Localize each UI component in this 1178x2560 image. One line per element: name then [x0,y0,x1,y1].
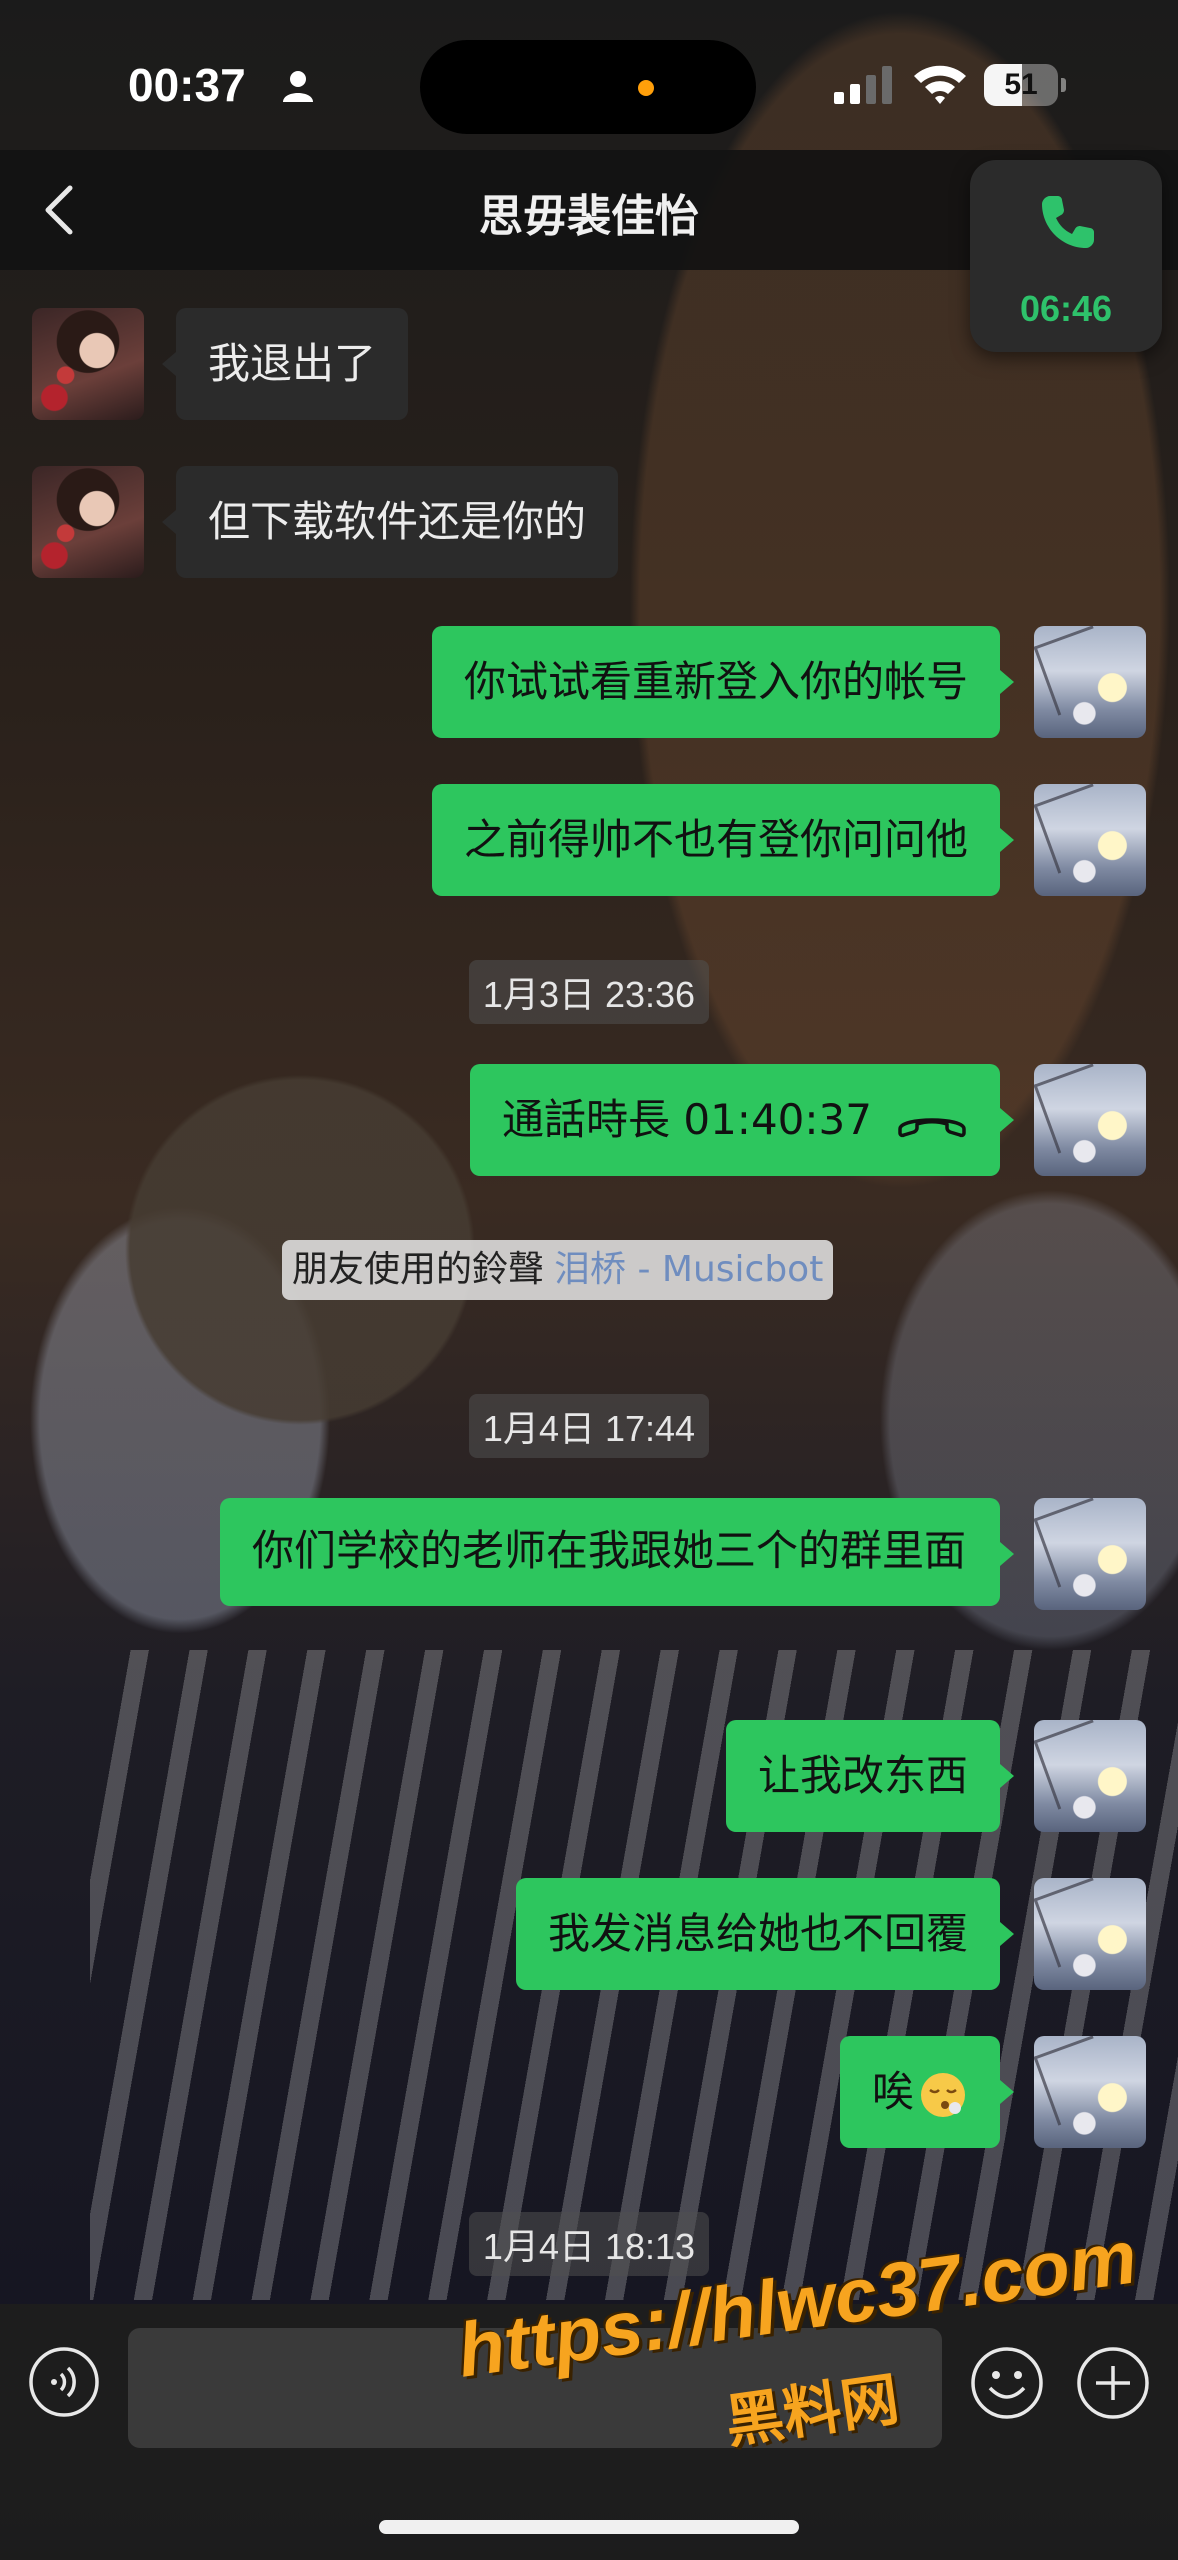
floating-call-window[interactable]: 06:46 [970,160,1162,352]
contact-avatar[interactable] [32,466,144,578]
person-icon [283,71,313,102]
voice-icon [51,2366,76,2398]
message-bubble-outgoing[interactable]: 唉 [839,2036,1015,2148]
sighing-face-emoji [921,2072,965,2117]
message-bubble-outgoing[interactable]: 你们学校的老师在我跟她三个的群里面 [220,1498,1014,1606]
message-bubble-outgoing[interactable]: 之前得帅不也有登你问问他 [431,784,1015,896]
cellular-signal-icon [834,66,892,104]
status-time: 00:37 [128,59,246,111]
my-avatar[interactable] [1034,1064,1146,1176]
status-bar: 00:37 51 [0,0,1178,150]
dynamic-island [420,40,756,134]
ringtone-label: 朋友使用的鈴聲 [292,1249,545,1290]
call-duration: 06:46 [1019,288,1113,329]
call-record-text: 通話時長 01:40:37 [502,1095,872,1144]
ringtone-notice[interactable]: 朋友使用的鈴聲 泪桥 - Musicbot [282,1240,834,1300]
message-bubble-incoming[interactable]: 但下载软件还是你的 [161,466,619,578]
contact-avatar[interactable] [32,308,144,420]
my-avatar[interactable] [1034,1720,1146,1832]
message-text: 唉 [871,2067,914,2116]
call-record-bubble[interactable]: 通話時長 01:40:37 [470,1064,1014,1176]
wifi-icon [914,65,966,104]
my-avatar[interactable] [1034,1498,1146,1610]
my-avatar[interactable] [1034,2036,1146,2148]
message-bubble-outgoing[interactable]: 我发消息给她也不回覆 [515,1878,1015,1990]
timestamp: 1月3日 23:36 [0,960,1178,1024]
ringtone-song[interactable]: 泪桥 - Musicbot [554,1249,823,1290]
microphone-indicator [638,80,654,96]
phone-icon [1042,196,1094,248]
voice-button[interactable] [28,2346,100,2418]
my-avatar[interactable] [1034,1878,1146,1990]
message-bubble-incoming[interactable]: 我退出了 [161,308,409,420]
my-avatar[interactable] [1034,784,1146,896]
battery-indicator: 51 [984,64,1066,106]
message-bubble-outgoing[interactable]: 你试试看重新登入你的帐号 [431,626,1015,738]
timestamp: 1月4日 17:44 [0,1394,1178,1458]
home-indicator[interactable] [379,2520,799,2534]
my-avatar[interactable] [1034,626,1146,738]
message-bubble-outgoing[interactable]: 让我改东西 [725,1720,1015,1832]
battery-percent: 51 [1004,68,1038,101]
hang-up-icon [898,1117,966,1137]
